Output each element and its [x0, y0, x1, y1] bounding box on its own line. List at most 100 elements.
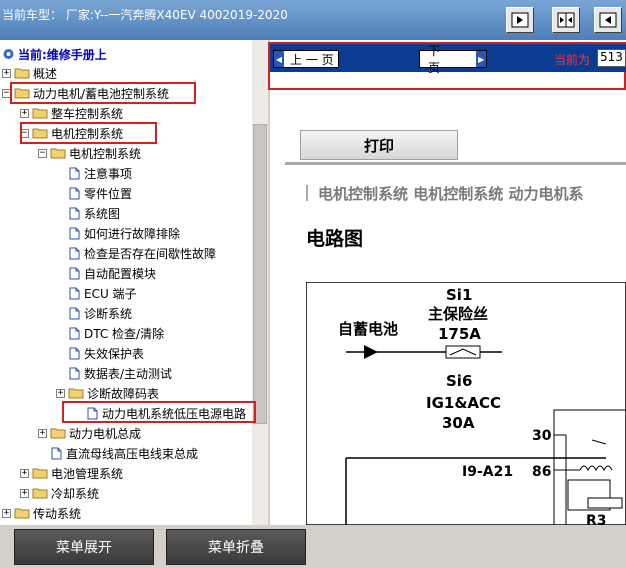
fuse2-code: Si6: [446, 372, 472, 390]
folder-icon: [32, 468, 48, 479]
current-page-label: 当前为: [554, 53, 591, 67]
title-bar: 当前车型： 厂家:Y--一汽奔腾X40EV 4002019-2020: [0, 0, 626, 40]
tree-node[interactable]: 诊断系统: [69, 304, 132, 322]
document-icon: [69, 347, 80, 359]
tree-node-label: 诊断故障码表: [87, 386, 160, 401]
resistor-symbol: [587, 497, 623, 509]
fuse1-symbol: [445, 345, 481, 359]
tree-node-label: 检查是否存在间歇性故障: [84, 246, 217, 261]
tree-node[interactable]: 检查是否存在间歇性故障: [69, 244, 216, 262]
expander-icon[interactable]: +: [38, 428, 47, 438]
current-page-input[interactable]: 513: [597, 49, 626, 67]
center-split-icon: [557, 12, 575, 28]
tree-node[interactable]: ECU 端子: [69, 284, 137, 302]
menu-collapse-button[interactable]: 菜单折叠: [166, 529, 306, 565]
tree-node-label: 冷却系统: [51, 486, 100, 501]
tree-root[interactable]: 当前:维修手册上: [2, 45, 107, 63]
left-panel-button[interactable]: [506, 7, 534, 33]
tree-node[interactable]: DTC 检查/清除: [69, 324, 164, 342]
tree-node[interactable]: 如何进行故障排除: [69, 224, 180, 242]
tree-node[interactable]: 系统图: [69, 204, 120, 222]
expander-icon[interactable]: +: [20, 468, 29, 478]
arrow-left-icon: ◀: [274, 51, 284, 67]
section-title: 电路图: [306, 228, 364, 250]
folder-icon: [50, 148, 66, 159]
tree-node-label: 传动系统: [33, 506, 82, 521]
document-icon: [69, 187, 80, 199]
circuit-diagram: 自蓄电池 Si1 主保险丝 175A Si6 IG1&ACC 30A 30 I9…: [306, 282, 626, 525]
fuse2-name: IG1&ACC: [426, 394, 501, 412]
tree-node-label: 注意事项: [84, 166, 133, 181]
expander-icon[interactable]: +: [2, 508, 11, 518]
expander-icon[interactable]: +: [56, 388, 65, 398]
tree-node[interactable]: + 概述: [2, 64, 57, 82]
vehicle-model-title: 当前车型： 厂家:Y--一汽奔腾X40EV 4002019-2020: [2, 8, 288, 22]
arrow-right-icon: ▶: [476, 51, 486, 67]
tree-node[interactable]: 数据表/主动测试: [69, 364, 172, 382]
tree-node-label: 系统图: [84, 206, 121, 221]
tree-scrollbar-thumb[interactable]: [253, 124, 267, 424]
tree-node[interactable]: 零件位置: [69, 184, 132, 202]
document-icon: [69, 207, 80, 219]
tree-node[interactable]: + 传动系统: [2, 504, 81, 522]
expander-icon[interactable]: +: [20, 488, 29, 498]
tree-node-label: 概述: [33, 66, 58, 81]
tree-node-label: 动力电机总成: [69, 426, 142, 441]
tree-node-label: 自动配置模块: [84, 266, 157, 281]
prev-page-label: 上 一 页: [290, 52, 334, 67]
fuse1-code: Si1: [446, 286, 472, 304]
folder-icon: [14, 508, 30, 519]
book-icon: [3, 48, 14, 59]
tree-node[interactable]: + 整车控制系统: [20, 104, 123, 122]
highlight-motor-control: [20, 122, 157, 144]
expander-icon[interactable]: −: [38, 148, 47, 158]
tree-node-label: 如何进行故障排除: [84, 226, 181, 241]
highlight-power-motor: [10, 82, 196, 104]
battery-label: 自蓄电池: [338, 320, 398, 338]
folder-icon: [50, 428, 66, 439]
relay-label: R3: [586, 513, 607, 525]
app-window: 当前车型： 厂家:Y--一汽奔腾X40EV 4002019-2020 当前:维修…: [0, 0, 626, 568]
document-icon: [69, 167, 80, 179]
breadcrumb: 电机控制系统 电机控制系统 动力电机系: [306, 183, 626, 204]
folder-icon: [14, 68, 30, 79]
document-icon: [69, 227, 80, 239]
next-page-button[interactable]: 下 一 页 ▶: [419, 44, 487, 75]
tree-node-label: 电机控制系统: [69, 146, 142, 161]
tree-node[interactable]: 直流母线高压电线束总成: [51, 444, 198, 462]
tree-node[interactable]: 失效保护表: [69, 344, 144, 362]
divider: [285, 162, 626, 165]
tree-node[interactable]: + 冷却系统: [20, 484, 99, 502]
expander-icon[interactable]: +: [2, 68, 11, 78]
tree-node[interactable]: + 电池管理系统: [20, 464, 123, 482]
fuse1-rating: 175A: [438, 325, 481, 343]
prev-page-button[interactable]: ◀ 上 一 页: [273, 50, 339, 68]
tree-node[interactable]: 自动配置模块: [69, 264, 156, 282]
document-icon: [51, 447, 62, 459]
pin-86: 86: [532, 464, 551, 480]
expander-icon[interactable]: +: [20, 108, 29, 118]
folder-icon: [68, 388, 84, 399]
tree-node-label: ECU 端子: [84, 286, 137, 301]
tree-node-label: 零件位置: [84, 186, 133, 201]
tree-node-label: 整车控制系统: [51, 106, 124, 121]
tree-node[interactable]: 注意事项: [69, 164, 132, 182]
tree-node[interactable]: − 电机控制系统: [38, 144, 141, 162]
split-panel-button[interactable]: [552, 7, 580, 33]
fuse1-name: 主保险丝: [428, 305, 488, 323]
document-icon: [69, 367, 80, 379]
right-panel-button[interactable]: [594, 7, 622, 33]
tree-node[interactable]: + 诊断故障码表: [56, 384, 159, 402]
breadcrumb-text: 电机控制系统 电机控制系统 动力电机系: [318, 185, 584, 203]
connector-label: I9-A21: [462, 464, 513, 480]
tree-node-label: DTC 检查/清除: [84, 326, 165, 341]
menu-expand-button[interactable]: 菜单展开: [14, 529, 154, 565]
tree-node-label: 直流母线高压电线束总成: [66, 446, 199, 461]
tree-node[interactable]: + 动力电机总成: [38, 424, 141, 442]
document-icon: [69, 307, 80, 319]
tree-node-label: 失效保护表: [84, 346, 145, 361]
highlight-low-voltage-circuit: [62, 401, 256, 423]
document-icon: [69, 327, 80, 339]
document-icon: [69, 287, 80, 299]
print-button[interactable]: 打印: [300, 130, 458, 160]
